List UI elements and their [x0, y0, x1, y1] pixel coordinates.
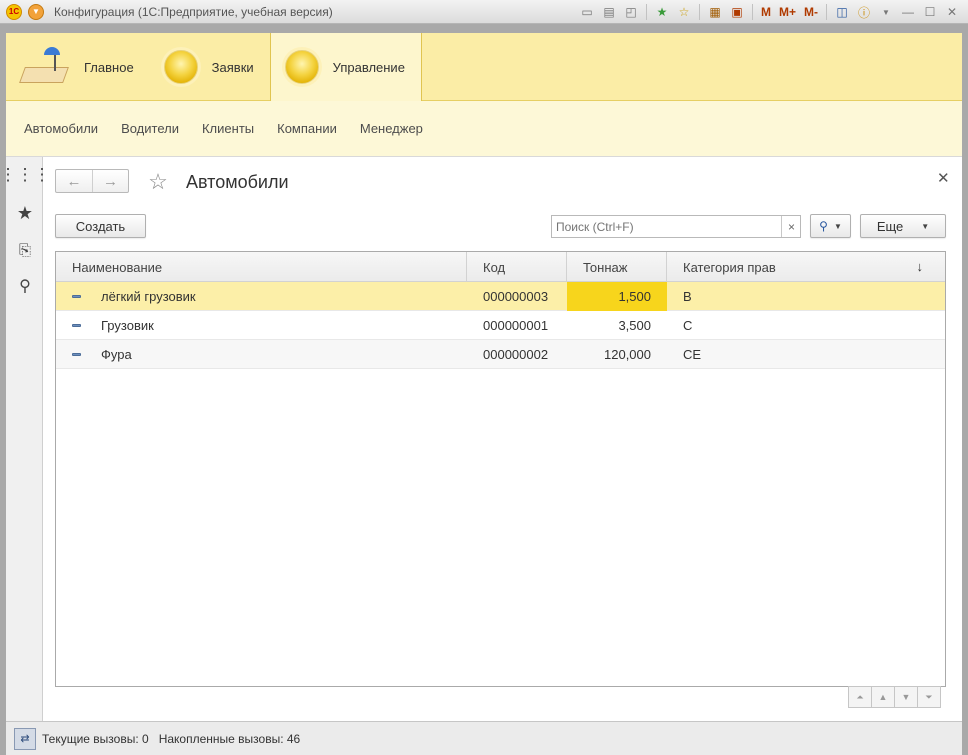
- cell-category: C: [683, 318, 693, 333]
- column-header-label: Категория прав: [683, 259, 776, 275]
- cell-code: 000000002: [483, 347, 549, 362]
- search-box: ×: [551, 215, 801, 238]
- more-button[interactable]: Еще ▼: [860, 214, 946, 238]
- cell-category: CE: [683, 347, 702, 362]
- memory-subtract-button[interactable]: M-: [801, 3, 821, 21]
- window-edge: [962, 24, 968, 755]
- maximize-icon[interactable]: ☐: [920, 3, 940, 21]
- chevron-down-icon[interactable]: ▼: [876, 3, 896, 21]
- section-orb-icon: [163, 50, 198, 84]
- accumulated-calls: Накопленные вызовы: 46: [158, 731, 301, 746]
- section-label: Управление: [332, 59, 405, 75]
- cell-tonnage: 3,500: [618, 318, 651, 333]
- more-label: Еще: [876, 218, 904, 234]
- section-main[interactable]: Главное: [6, 33, 150, 101]
- server-calls-icon[interactable]: ⇄: [14, 727, 36, 750]
- search-input[interactable]: [552, 216, 777, 237]
- list-form: ← → ☆ Автомобили ✕ Создать × ⚲▼ Еще▼ Наи…: [43, 157, 962, 721]
- func-link-manager[interactable]: Менеджер: [360, 121, 423, 136]
- table-row[interactable]: Фура 000000002 120,000 CE: [56, 340, 945, 369]
- column-header-code[interactable]: Код: [467, 252, 567, 282]
- chevron-down-icon: ▼: [833, 221, 842, 231]
- minimize-icon[interactable]: —: [898, 3, 918, 21]
- close-icon[interactable]: ✕: [937, 169, 950, 187]
- clear-search-icon[interactable]: ×: [781, 216, 801, 237]
- function-panel: Автомобили Водители Клиенты Компании Мен…: [6, 101, 962, 157]
- app-logo-icon[interactable]: 1С: [6, 3, 22, 20]
- cell-name-text: лёгкий грузовик: [101, 289, 196, 304]
- sort-arrow-icon: ↓: [916, 259, 924, 274]
- column-header-name[interactable]: Наименование: [56, 252, 467, 282]
- cell-name-text: Фура: [101, 347, 132, 362]
- star-icon[interactable]: ☆: [145, 169, 171, 195]
- page-title: Автомобили: [186, 172, 289, 192]
- favorites-icon[interactable]: ☆: [674, 3, 694, 21]
- magnifier-icon: ⚲: [819, 219, 828, 233]
- item-icon: [72, 295, 81, 298]
- section-management[interactable]: Управление: [269, 33, 422, 101]
- column-header-tonnage[interactable]: Тоннаж: [567, 252, 667, 282]
- left-tool-strip: ⋮⋮⋮ ★ ⎘ ⚲: [0, 157, 51, 721]
- calculator-icon[interactable]: ▦: [705, 3, 725, 21]
- calendar-icon[interactable]: ▣: [727, 3, 747, 21]
- scroll-to-bottom-icon[interactable]: ⏷: [917, 686, 941, 708]
- save-icon[interactable]: ▭: [577, 3, 597, 21]
- item-icon: [72, 324, 81, 327]
- add-favorite-icon[interactable]: ★: [652, 3, 672, 21]
- scroll-to-top-icon[interactable]: ⏶: [848, 686, 872, 708]
- desk-lamp-icon: [19, 45, 70, 89]
- cell-name: Фура: [56, 340, 467, 369]
- navigation-buttons: ← →: [55, 169, 129, 193]
- section-label: Заявки: [211, 59, 254, 75]
- column-header-license-category[interactable]: Категория прав ↓: [667, 252, 945, 282]
- print-icon[interactable]: ▤: [599, 3, 619, 21]
- cell-code: 000000003: [483, 289, 549, 304]
- cell-code: 000000001: [483, 318, 549, 333]
- scroll-down-icon[interactable]: ▼: [894, 686, 918, 708]
- favorites-star-icon[interactable]: ★: [14, 202, 36, 224]
- scroll-buttons: ⏶ ▲ ▼ ⏷: [848, 686, 941, 708]
- chevron-down-icon: ▼: [921, 221, 930, 231]
- memory-add-button[interactable]: M+: [776, 3, 799, 21]
- cell-name: лёгкий грузовик: [56, 282, 467, 311]
- item-icon: [72, 353, 81, 356]
- forward-button[interactable]: →: [92, 170, 128, 192]
- cell-name-text: Грузовик: [101, 318, 154, 333]
- title-bar: 1С ▼ Конфигурация (1С:Предприятие, учебн…: [0, 0, 968, 24]
- cell-tonnage: 120,000: [604, 347, 651, 362]
- panels-icon[interactable]: ◫: [832, 3, 852, 21]
- cell-category: B: [683, 289, 692, 304]
- main-menu-button[interactable]: ▼: [28, 3, 44, 20]
- table-row[interactable]: Грузовик 000000001 3,500 C: [56, 311, 945, 340]
- cell-name: Грузовик: [56, 311, 467, 340]
- func-link-cars[interactable]: Автомобили: [24, 121, 98, 136]
- create-button[interactable]: Создать: [55, 214, 146, 238]
- cars-table: Наименование Код Тоннаж Категория прав ↓…: [55, 251, 946, 687]
- search-button[interactable]: ⚲ ▼: [810, 214, 851, 238]
- back-button[interactable]: ←: [56, 170, 92, 192]
- section-orb-icon: [284, 50, 319, 84]
- section-label: Главное: [84, 59, 134, 75]
- func-link-companies[interactable]: Компании: [277, 121, 337, 136]
- window-title: Конфигурация (1С:Предприятие, учебная ве…: [54, 4, 333, 19]
- sections-panel: Главное Заявки Управление: [6, 33, 962, 101]
- cell-tonnage[interactable]: 1,500: [567, 282, 667, 311]
- history-icon[interactable]: ⎘: [14, 239, 36, 261]
- current-calls: Текущие вызовы: 0: [42, 731, 149, 746]
- func-link-clients[interactable]: Клиенты: [202, 121, 254, 136]
- preview-icon[interactable]: ◰: [621, 3, 641, 21]
- close-window-icon[interactable]: ✕: [942, 3, 962, 21]
- table-row[interactable]: лёгкий грузовик 000000003 1,500 B: [56, 282, 945, 311]
- search-icon[interactable]: ⚲: [14, 275, 36, 297]
- table-header: Наименование Код Тоннаж Категория прав ↓: [56, 252, 945, 282]
- menu-grid-icon[interactable]: ⋮⋮⋮: [0, 164, 51, 186]
- scroll-up-icon[interactable]: ▲: [871, 686, 895, 708]
- section-requests[interactable]: Заявки: [150, 33, 270, 101]
- func-link-drivers[interactable]: Водители: [121, 121, 179, 136]
- memory-button[interactable]: M: [758, 3, 774, 21]
- status-bar: ⇄ Текущие вызовы: 0 Накопленные вызовы: …: [6, 721, 962, 755]
- info-icon[interactable]: ⓘ: [854, 3, 874, 21]
